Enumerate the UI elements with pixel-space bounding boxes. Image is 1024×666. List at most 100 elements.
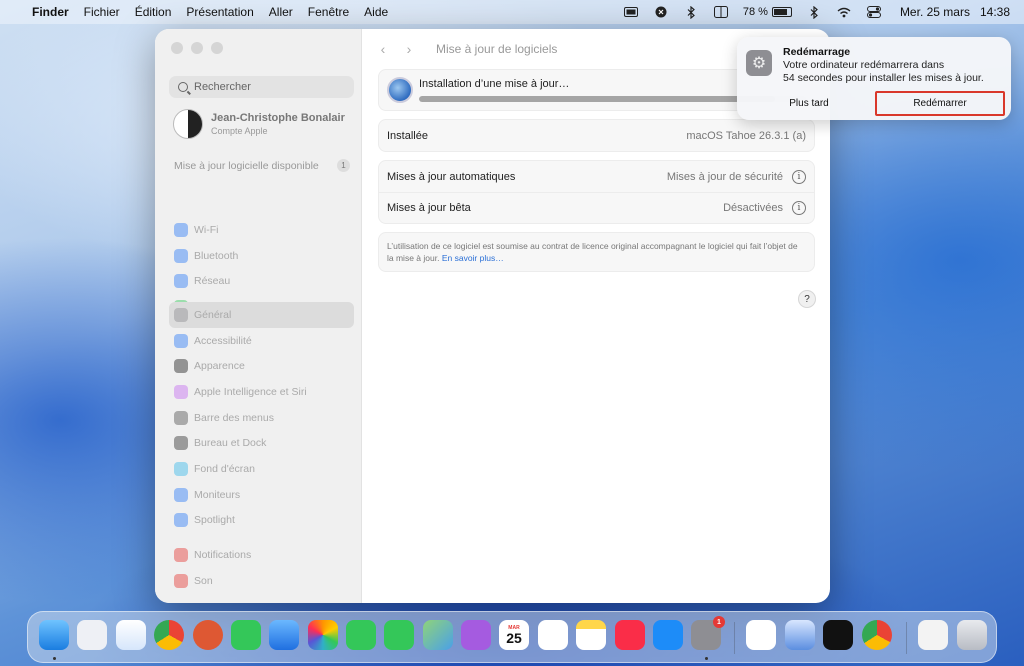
bluetooth-icon[interactable] bbox=[806, 4, 822, 20]
sidebar-item-son[interactable]: Son bbox=[169, 568, 354, 594]
sidebar-item-r-seau[interactable]: Réseau bbox=[169, 268, 354, 294]
sidebar-item-apparence[interactable]: Apparence bbox=[169, 353, 354, 379]
auto-updates-row: Mises à jour automatiques Mises à jour d… bbox=[379, 161, 814, 192]
sidebar-item-spotlight[interactable]: Spotlight bbox=[169, 508, 354, 534]
sidebar-item-label: Barre des menus bbox=[194, 411, 274, 424]
menubar-date[interactable]: Mer. 25 mars bbox=[900, 5, 970, 19]
sidebar-item-label: Moniteurs bbox=[194, 488, 241, 501]
notes-icon[interactable] bbox=[576, 620, 606, 650]
shazam-icon[interactable] bbox=[653, 4, 669, 20]
info-icon[interactable]: i bbox=[792, 169, 806, 184]
appearance-icon bbox=[174, 359, 188, 374]
menubar-time[interactable]: 14:38 bbox=[980, 5, 1010, 19]
info-icon[interactable]: i bbox=[792, 201, 806, 215]
affinity-icon[interactable] bbox=[746, 620, 776, 650]
restart-button[interactable]: Redémarrer bbox=[875, 91, 1005, 116]
minimize-button[interactable] bbox=[191, 42, 203, 54]
later-button[interactable]: Plus tard bbox=[745, 91, 873, 116]
wifi-icon[interactable] bbox=[836, 4, 852, 20]
siri-icon bbox=[174, 384, 188, 399]
sidebar-item-bluetooth[interactable]: Bluetooth bbox=[169, 243, 354, 269]
sidebar-item-fond-d-cran[interactable]: Fond d'écran bbox=[169, 456, 354, 482]
sidebar-item-label: Apple Intelligence et Siri bbox=[194, 385, 307, 398]
duckduckgo-icon[interactable] bbox=[193, 620, 223, 650]
zoom-button[interactable] bbox=[211, 42, 223, 54]
window-controls bbox=[171, 42, 223, 54]
chrome-icon[interactable] bbox=[862, 620, 892, 650]
bluetooth-status-icon[interactable] bbox=[683, 4, 699, 20]
search-input[interactable]: Rechercher bbox=[169, 76, 354, 98]
sidebar-item-apple-intelligence-et-siri[interactable]: Apple Intelligence et Siri bbox=[169, 379, 354, 405]
sidebar-item-label: Son bbox=[194, 574, 213, 587]
menu-fenetre[interactable]: Fenêtre bbox=[308, 5, 349, 19]
update-count-badge: 1 bbox=[337, 159, 350, 172]
utility-icon[interactable] bbox=[785, 620, 815, 650]
update-settings-card: Mises à jour automatiques Mises à jour d… bbox=[378, 160, 815, 224]
maps-icon[interactable] bbox=[423, 620, 453, 650]
onepassword-icon[interactable] bbox=[823, 620, 853, 650]
documents-icon[interactable] bbox=[918, 620, 948, 650]
back-chevron-icon[interactable]: ‹ bbox=[370, 39, 396, 59]
learn-more-link[interactable]: En savoir plus… bbox=[442, 253, 504, 263]
search-icon bbox=[178, 82, 188, 92]
forward-chevron-icon[interactable]: › bbox=[396, 39, 422, 59]
auto-updates-label: Mises à jour automatiques bbox=[387, 170, 516, 183]
running-indicator bbox=[53, 657, 56, 660]
sidebar-item-label: Réseau bbox=[194, 275, 231, 288]
menu-fichier[interactable]: Fichier bbox=[84, 5, 120, 19]
sidebar-item-label: Apparence bbox=[194, 360, 245, 373]
menu-aide[interactable]: Aide bbox=[364, 5, 388, 19]
sidebar-item-moniteurs[interactable]: Moniteurs bbox=[169, 482, 354, 508]
sidebar-item-barre-des-menus[interactable]: Barre des menus bbox=[169, 405, 354, 431]
reminders-icon[interactable] bbox=[538, 620, 568, 650]
keyboard-input-icon[interactable] bbox=[713, 4, 729, 20]
mail-icon[interactable] bbox=[269, 620, 299, 650]
help-button[interactable]: ? bbox=[798, 290, 816, 308]
facetime-icon[interactable] bbox=[346, 620, 376, 650]
calendar-day: 25 bbox=[506, 630, 522, 646]
battery-icon[interactable] bbox=[771, 7, 792, 17]
installed-value: macOS Tahoe 26.3.1 (a) bbox=[686, 129, 806, 142]
safari-icon[interactable] bbox=[116, 620, 146, 650]
notification-badge: 1 bbox=[713, 616, 725, 628]
license-note: L’utilisation de ce logiciel est soumise… bbox=[378, 232, 815, 272]
menu-presentation[interactable]: Présentation bbox=[186, 5, 253, 19]
sidebar-item-wi-fi[interactable]: Wi-Fi bbox=[169, 217, 354, 243]
apple-account[interactable]: Jean-Christophe Bonalair Compte Apple bbox=[173, 109, 345, 139]
trash-icon[interactable] bbox=[957, 620, 987, 650]
calendar-icon[interactable]: MAR 25 bbox=[499, 620, 529, 650]
phone-icon[interactable] bbox=[384, 620, 414, 650]
menu-aller[interactable]: Aller bbox=[269, 5, 293, 19]
photos-icon[interactable] bbox=[308, 620, 338, 650]
sidebar-item-notifications[interactable]: Notifications bbox=[169, 542, 354, 568]
page-title: Mise à jour de logiciels bbox=[436, 42, 558, 56]
menu-edition[interactable]: Édition bbox=[135, 5, 172, 19]
display-status-icon[interactable] bbox=[623, 4, 639, 20]
globe-icon bbox=[174, 274, 188, 289]
sidebar-item-bureau-et-dock[interactable]: Bureau et Dock bbox=[169, 430, 354, 456]
account-name: Jean-Christophe Bonalair bbox=[211, 112, 345, 124]
toolbar: ‹ › Mise à jour de logiciels bbox=[370, 39, 558, 59]
search-placeholder: Rechercher bbox=[194, 81, 251, 93]
podcasts-icon[interactable] bbox=[461, 620, 491, 650]
messages-icon[interactable] bbox=[231, 620, 261, 650]
sidebar-item-accessibilit-[interactable]: Accessibilité bbox=[169, 328, 354, 354]
notifications-icon bbox=[174, 547, 188, 562]
wifi-icon bbox=[174, 222, 188, 237]
installed-card: Installée macOS Tahoe 26.3.1 (a) bbox=[378, 119, 815, 152]
beta-updates-value: Désactivées bbox=[723, 202, 783, 214]
menu-app-name[interactable]: Finder bbox=[32, 5, 69, 19]
gear-icon bbox=[174, 307, 188, 322]
launchpad-icon[interactable] bbox=[77, 620, 107, 650]
sidebar-item-label: Spotlight bbox=[194, 514, 235, 527]
wallpaper-icon bbox=[174, 461, 188, 476]
control-center-icon[interactable] bbox=[866, 4, 882, 20]
sidebar-item-g-n-ral[interactable]: Général bbox=[169, 302, 354, 328]
chrome-icon[interactable] bbox=[154, 620, 184, 650]
close-button[interactable] bbox=[171, 42, 183, 54]
sidebar-item-software-update[interactable]: Mise à jour logicielle disponible 1 bbox=[174, 159, 350, 172]
system-settings-icon[interactable]: 1 bbox=[691, 616, 725, 650]
finder-icon[interactable] bbox=[39, 620, 69, 650]
app-store-icon[interactable] bbox=[653, 620, 683, 650]
music-icon[interactable] bbox=[615, 620, 645, 650]
